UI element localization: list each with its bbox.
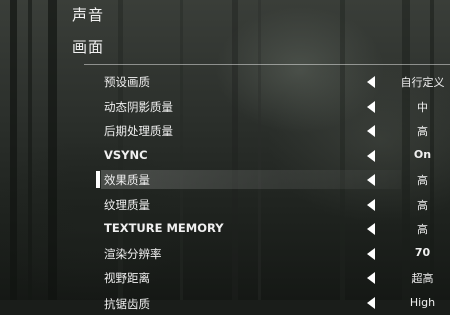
setting-value: 超高 xyxy=(395,270,450,286)
setting-label: 效果质量 xyxy=(104,172,150,188)
setting-label: TEXTURE MEMORY xyxy=(104,221,224,235)
setting-row-texture-memory[interactable]: TEXTURE MEMORY 高 xyxy=(95,217,450,242)
setting-value: 高 xyxy=(395,197,450,213)
arrow-left-icon[interactable] xyxy=(367,297,375,309)
setting-value: 70 xyxy=(395,246,450,259)
setting-label: 动态阴影质量 xyxy=(104,99,173,115)
section-divider xyxy=(84,64,450,65)
arrow-left-icon[interactable] xyxy=(367,76,375,88)
arrow-left-icon[interactable] xyxy=(367,125,375,137)
graphics-settings-list: 预设画质 自行定义 动态阴影质量 中 后期处理质量 高 VSYNC On 效果质… xyxy=(95,70,450,315)
setting-label: 预设画质 xyxy=(104,74,150,90)
arrow-left-icon[interactable] xyxy=(367,272,375,284)
setting-value: 中 xyxy=(395,99,450,115)
arrow-left-icon[interactable] xyxy=(367,223,375,235)
arrow-left-icon[interactable] xyxy=(367,101,375,113)
nav-item-graphics[interactable]: 画面 xyxy=(72,36,104,57)
setting-value: On xyxy=(395,148,450,161)
nav-item-sound[interactable]: 声音 xyxy=(72,4,104,25)
arrow-left-icon[interactable] xyxy=(367,150,375,162)
setting-label: 视野距离 xyxy=(104,270,150,286)
setting-row-vsync[interactable]: VSYNC On xyxy=(95,144,450,169)
setting-label: 渲染分辨率 xyxy=(104,246,162,262)
setting-label: 抗锯齿质 xyxy=(104,296,150,312)
setting-value: 高 xyxy=(395,221,450,237)
setting-row-dynamic-shadow-quality[interactable]: 动态阴影质量 中 xyxy=(95,95,450,120)
setting-row-post-processing-quality[interactable]: 后期处理质量 高 xyxy=(95,119,450,144)
setting-value: High xyxy=(395,296,450,309)
setting-row-anti-aliasing[interactable]: 抗锯齿质 High xyxy=(95,291,450,315)
setting-row-preset-quality[interactable]: 预设画质 自行定义 xyxy=(95,70,450,95)
setting-row-effects-quality[interactable]: 效果质量 高 xyxy=(95,168,450,193)
setting-value: 高 xyxy=(395,123,450,139)
arrow-left-icon[interactable] xyxy=(367,199,375,211)
setting-label: 后期处理质量 xyxy=(104,123,173,139)
setting-label: VSYNC xyxy=(104,148,148,162)
selection-marker xyxy=(96,171,100,188)
arrow-left-icon[interactable] xyxy=(367,248,375,260)
setting-value: 高 xyxy=(395,172,450,188)
setting-value: 自行定义 xyxy=(395,74,450,90)
setting-row-render-resolution[interactable]: 渲染分辨率 70 xyxy=(95,242,450,267)
setting-row-texture-quality[interactable]: 纹理质量 高 xyxy=(95,193,450,218)
setting-label: 纹理质量 xyxy=(104,197,150,213)
setting-row-view-distance[interactable]: 视野距离 超高 xyxy=(95,266,450,291)
arrow-left-icon[interactable] xyxy=(367,174,375,186)
